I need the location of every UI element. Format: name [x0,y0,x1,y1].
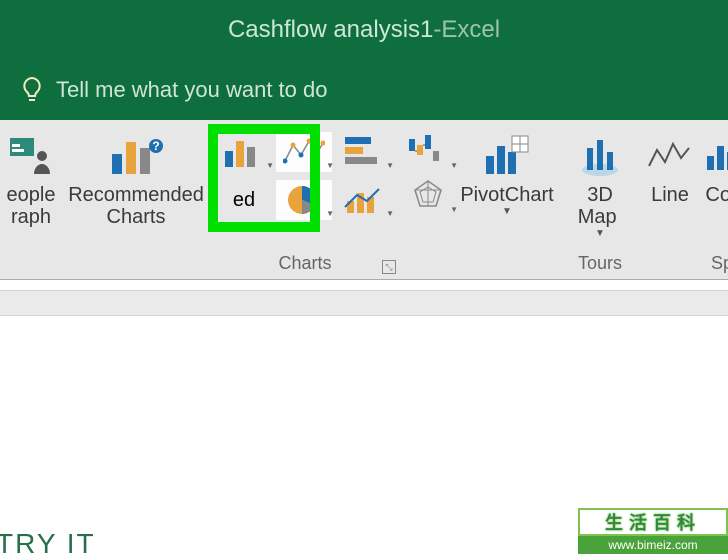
document-title: Cashflow analysis1 [228,16,433,44]
pivotchart-button[interactable]: PivotChart ▼ [456,128,558,217]
watermark: 生活百科 www.bimeiz.com [578,508,728,556]
bar-chart-icon [343,135,385,169]
waterfall-chart-icon [407,133,449,167]
people-graph-button[interactable]: eople raph [6,128,56,228]
worksheet-area[interactable]: TRY IT 生活百科 www.bimeiz.com [0,290,728,556]
corner-text: TRY IT [0,528,96,560]
chevron-down-icon: ▼ [386,161,394,170]
sparkline-line-icon [646,132,694,180]
charts-group-label: Charts [210,253,400,274]
insert-line-chart-button[interactable]: ▼ [336,180,392,220]
ribbon: eople raph ? Recommended Charts [0,120,728,280]
hierarchy-chart-icon [283,135,325,169]
pivotchart-label: PivotChart [460,184,553,206]
pie-chart-icon [285,183,323,217]
recommended-charts-label: Recommended Charts [68,184,204,228]
people-graph-icon [7,132,55,180]
chevron-down-icon: ▼ [266,161,274,170]
group-charts-extra: ▼ ▼ [400,120,450,280]
insert-column-chart-button[interactable]: ▼ [216,132,272,172]
title-sep: - [433,16,441,44]
sparkline-column-label: Colu [705,184,728,206]
group-people-graph: eople raph [0,120,62,280]
svg-text:?: ? [152,139,159,153]
tell-me-placeholder: Tell me what you want to do [56,77,327,103]
charts-gallery: ▼ ▼ ▼ ed [216,128,396,222]
chevron-down-icon: ▼ [595,228,605,239]
tell-me-bar[interactable]: Tell me what you want to do [0,60,728,120]
recommended-charts-icon: ? [106,132,166,180]
insert-stock-chart-button[interactable]: ▼ [336,132,392,172]
chevron-down-icon: ▼ [386,209,394,218]
3d-map-label: 3D Map [578,184,622,228]
insert-pie-chart-button[interactable]: ▼ [276,180,332,220]
row-divider [0,290,728,316]
group-pivotchart: PivotChart ▼ [450,120,564,280]
group-charts: ▼ ▼ ▼ ed [210,120,400,280]
radar-chart-icon [409,177,447,211]
tours-group-label: Tours [564,253,636,274]
watermark-title: 生活百科 [578,508,728,536]
title-bar: Cashflow analysis1 - Excel [0,0,728,60]
chevron-down-icon: ▼ [326,161,334,170]
insert-radar-chart-button[interactable]: ▼ [400,172,456,216]
chevron-down-icon: ▼ [326,209,334,218]
sparklines-group-label: Sparkl [711,253,728,274]
column-chart-icon [223,135,265,169]
sparkline-column-icon [702,132,728,180]
3d-map-button[interactable]: 3D Map ▼ [570,128,630,239]
group-tours: 3D Map ▼ Tours [564,120,636,280]
line-chart-icon [343,183,385,217]
group-recommended-charts: ? Recommended Charts [62,120,210,280]
column-label-cell: ed [216,180,272,220]
dialog-launcher-icon[interactable]: ⤡ [382,260,396,274]
watermark-url: www.bimeiz.com [578,536,728,554]
app-name: Excel [441,16,500,44]
group-sparklines: Line Colu Sparkl [636,120,728,280]
charts-column-label: ed [233,189,255,211]
insert-waterfall-chart-button[interactable]: ▼ [400,128,456,172]
sparkline-line-label: Line [651,184,689,206]
sparkline-line-button[interactable]: Line [642,128,698,280]
lightbulb-icon [20,76,44,104]
recommended-charts-button[interactable]: ? Recommended Charts [68,128,204,228]
pivotchart-icon [481,132,533,180]
3d-map-icon [576,132,624,180]
people-graph-label: eople raph [7,184,56,228]
insert-hierarchy-chart-button[interactable]: ▼ [276,132,332,172]
chevron-down-icon: ▼ [502,206,512,217]
